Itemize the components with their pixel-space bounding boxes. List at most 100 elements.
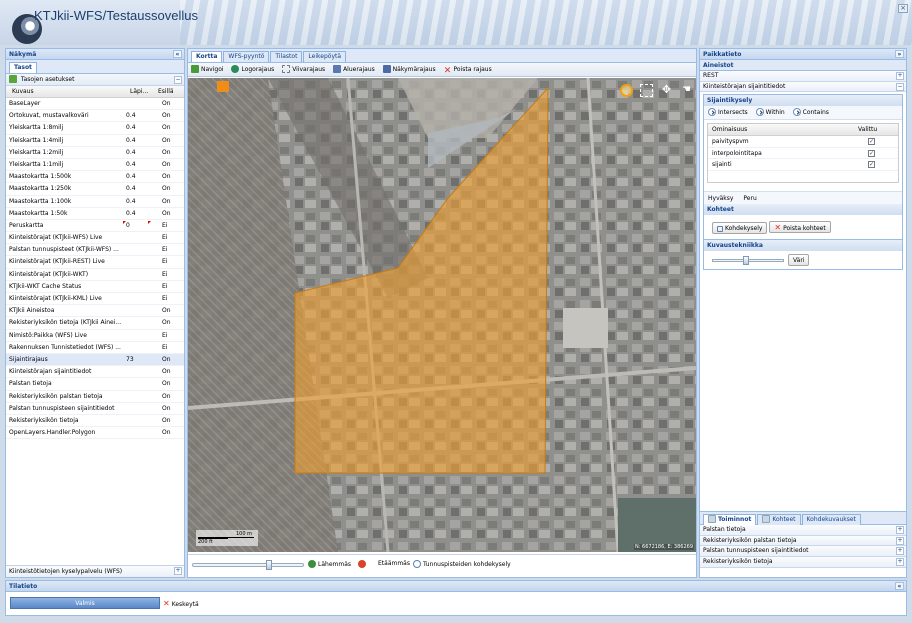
layer-visible[interactable]: On — [162, 317, 171, 328]
layer-visible[interactable]: On — [162, 122, 171, 133]
accept-button[interactable]: Hyväksy — [708, 195, 733, 202]
layer-opacity[interactable]: 0.4 — [126, 171, 136, 182]
layer-row[interactable]: Rekisteriyksikön tietoja On — [6, 415, 184, 428]
radio-within[interactable]: Within — [755, 108, 785, 117]
hand-icon[interactable]: ☚ — [680, 84, 693, 97]
abort-button[interactable]: ✕ Keskeytä — [163, 599, 199, 608]
layer-visible[interactable]: Ei — [162, 342, 167, 353]
layer-row[interactable]: Maastokartta 1:250k 0.4 On — [6, 183, 184, 196]
layer-opacity[interactable]: 0 — [126, 220, 130, 231]
layer-row[interactable]: Kiinteistörajat (KTJkii-WFS) Live Ei — [6, 232, 184, 245]
layer-row[interactable]: KTJkii Aineistoa On — [6, 305, 184, 318]
tab-toiminnot[interactable]: Toiminnot — [703, 514, 757, 525]
layer-row[interactable]: Kiinteistörajat (KTJkii-WKT) Ei — [6, 269, 184, 281]
zoom-in-button[interactable]: Lähemmäs — [308, 560, 351, 568]
layer-row[interactable]: Palstan tietoja On — [6, 378, 184, 391]
layer-visible[interactable]: On — [162, 208, 171, 219]
expand-icon[interactable]: + — [896, 526, 904, 534]
tab-leikepoyta[interactable]: Leikepöytä — [303, 51, 347, 62]
col-ominaisuus[interactable]: Ominaisuus — [712, 124, 747, 136]
layer-visible[interactable]: Ei — [162, 330, 167, 341]
col-kuvaus[interactable]: Kuvaus — [12, 86, 34, 98]
layer-row[interactable]: Rekisteriyksikön tietoja (KTJkii Ainei..… — [6, 317, 184, 330]
layer-opacity[interactable]: 0.4 — [126, 159, 136, 170]
layer-row[interactable]: Yleiskartta 1:2milj 0.4 On — [6, 147, 184, 159]
layer-visible[interactable]: Ei — [162, 269, 167, 280]
layer-visible[interactable]: On — [162, 403, 171, 414]
layer-visible[interactable]: On — [162, 305, 171, 316]
close-icon[interactable]: × — [898, 4, 908, 13]
layer-visible[interactable]: Ei — [162, 244, 167, 255]
layer-opacity[interactable]: 0.4 — [126, 135, 136, 146]
layer-opacity[interactable]: 0.4 — [126, 196, 136, 207]
layer-opacity[interactable]: 0.4 — [126, 208, 136, 219]
tab-tasot[interactable]: Tasot — [9, 62, 37, 73]
layer-opacity[interactable]: 0.4 — [126, 110, 136, 121]
collapse-left-button[interactable]: « — [173, 50, 182, 58]
tool-nakymarajaus[interactable]: Näkymärajaus — [382, 64, 436, 75]
dataset-rest[interactable]: REST + — [700, 71, 906, 82]
layer-row[interactable]: Maastokartta 1:50k 0.4 On — [6, 208, 184, 220]
layer-row[interactable]: Rekisteriyksikön palstan tietoja On — [6, 391, 184, 403]
layer-visible[interactable]: On — [162, 196, 171, 207]
wfs-service-footer[interactable]: Kiinteistötietojen kyselypalvelu (WFS) + — [6, 565, 184, 577]
attribute-checkbox[interactable]: ✓ — [868, 138, 875, 146]
layer-visible[interactable]: Ei — [162, 232, 167, 243]
zoom-slider[interactable] — [192, 560, 304, 570]
tool-navigoi[interactable]: Navigoi — [191, 64, 224, 75]
layer-opacity[interactable]: 0.4 — [126, 122, 136, 133]
opacity-slider[interactable] — [712, 256, 784, 266]
remove-features-button[interactable]: ✕ Poista kohteet — [769, 221, 831, 234]
layer-row[interactable]: Yleiskartta 1:8milj 0.4 On — [6, 122, 184, 135]
layer-visible[interactable]: On — [162, 171, 171, 182]
layer-row[interactable]: Maastokartta 1:100k 0.4 On — [6, 196, 184, 208]
zoom-box-icon[interactable] — [640, 84, 653, 97]
collapse-status-button[interactable]: « — [895, 582, 904, 590]
expand-icon[interactable]: + — [896, 547, 904, 556]
feature-query-button[interactable]: Kohdekysely — [712, 222, 768, 235]
layer-visible[interactable]: On — [162, 159, 171, 170]
layer-row[interactable]: KTJkii-WKT Cache Status Ei — [6, 281, 184, 293]
layer-visible[interactable]: On — [162, 391, 171, 402]
collapse-right-button[interactable]: » — [895, 50, 904, 58]
expand-icon[interactable]: + — [896, 558, 904, 567]
tab-kohdekuvaukset[interactable]: Kohdekuvaukset — [801, 514, 861, 525]
layer-visible[interactable]: Ei — [162, 293, 167, 304]
layer-visible[interactable]: On — [162, 183, 171, 194]
layer-visible[interactable]: Ei — [162, 281, 167, 292]
layer-row[interactable]: OpenLayers.Handler.Polygon On — [6, 427, 184, 440]
layer-visible[interactable]: On — [162, 98, 171, 109]
tool-poista-rajaus[interactable]: ✕ Poista rajaus — [444, 64, 492, 76]
layer-visible[interactable]: On — [162, 147, 171, 158]
attribute-row[interactable]: paivityspvm ✓ — [708, 136, 898, 148]
layer-row[interactable]: Ortokuvat, mustavalkoväri 0.4 On — [6, 110, 184, 123]
layer-row[interactable]: Kiinteistörajat (KTJkii-KML) Live Ei — [6, 293, 184, 306]
col-valittu[interactable]: Valittu — [858, 124, 877, 136]
layer-row[interactable]: BaseLayer On — [6, 98, 184, 111]
expand-icon[interactable]: + — [896, 72, 904, 80]
layer-opacity[interactable]: 0.4 — [126, 183, 136, 194]
accordion-item[interactable]: Rekisteriyksikön tietoja + — [700, 557, 906, 568]
tab-wfs-pyynto[interactable]: WFS-pyyntö — [223, 51, 270, 62]
layer-row[interactable]: Sijaintirajaus 73 On — [6, 353, 184, 367]
attribute-checkbox[interactable]: ✓ — [868, 161, 875, 169]
layer-row[interactable]: Nimistö:Paikka (WFS) Live Ei — [6, 330, 184, 342]
layer-visible[interactable]: On — [162, 415, 171, 426]
layer-row[interactable]: Kiinteistörajan sijaintitiedot On — [6, 366, 184, 379]
collapse-icon[interactable]: − — [896, 82, 904, 91]
col-lapinakyvyys[interactable]: Läpi... — [130, 86, 148, 98]
layer-visible[interactable]: Ei — [162, 220, 167, 231]
layer-row[interactable]: Yleiskartta 1:4milj 0.4 On — [6, 135, 184, 147]
layer-row[interactable]: Maastokartta 1:500k 0.4 On — [6, 171, 184, 184]
tab-tilastot[interactable]: Tilastot — [270, 51, 303, 62]
accordion-item[interactable]: Palstan tietoja + — [700, 525, 906, 536]
layer-settings-header[interactable]: Tasojen asetukset − — [6, 74, 184, 86]
layer-visible[interactable]: On — [162, 378, 171, 389]
opacity-slider-thumb[interactable] — [742, 256, 749, 266]
attribute-row[interactable]: interpolointitapa ✓ — [708, 148, 898, 160]
pan-icon[interactable]: ✥ — [660, 84, 673, 97]
layer-opacity[interactable]: 73 — [126, 354, 134, 365]
zoom-out-button[interactable] — [358, 560, 368, 568]
point-query-button[interactable]: Tunnuspisteiden kohdekysely — [413, 560, 511, 568]
radio-contains[interactable]: Contains — [792, 108, 829, 117]
